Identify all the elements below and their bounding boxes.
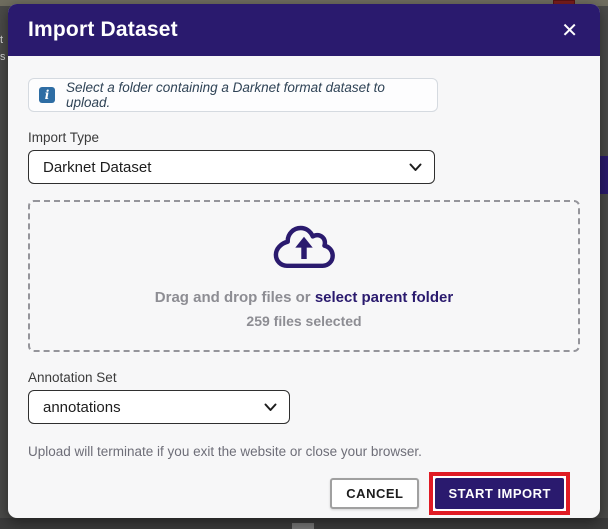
files-selected-status: 259 files selected: [246, 313, 362, 329]
import-dataset-modal: Import Dataset ✕ i Select a folder conta…: [8, 4, 600, 518]
chevron-down-icon: [409, 163, 422, 172]
page-behind-text-fragment: t: [0, 34, 4, 46]
modal-title: Import Dataset: [28, 18, 178, 41]
cancel-button[interactable]: CANCEL: [330, 478, 420, 509]
info-text: Select a folder containing a Darknet for…: [66, 80, 385, 110]
dropzone-instructions: Drag and drop files or select parent fol…: [155, 289, 453, 306]
page-behind-right-element: [600, 156, 608, 194]
modal-header: Import Dataset ✕: [8, 4, 600, 56]
annotation-set-selected-value: annotations: [43, 398, 121, 416]
annotation-set-label: Annotation Set: [28, 370, 117, 385]
select-parent-folder-link[interactable]: select parent folder: [315, 289, 453, 306]
upload-warning-note: Upload will terminate if you exit the we…: [28, 444, 422, 459]
start-import-button[interactable]: START IMPORT: [435, 478, 564, 509]
import-type-label: Import Type: [28, 130, 100, 145]
info-icon: i: [39, 87, 55, 103]
file-dropzone[interactable]: Drag and drop files or select parent fol…: [28, 200, 580, 352]
import-type-select[interactable]: Darknet Dataset: [28, 150, 435, 184]
modal-footer: CANCEL START IMPORT: [28, 472, 580, 515]
modal-body: i Select a folder containing a Darknet f…: [8, 56, 600, 515]
info-banner: i Select a folder containing a Darknet f…: [28, 78, 438, 112]
page-behind-text-fragment: s: [0, 51, 6, 63]
cloud-upload-icon: [273, 222, 335, 277]
annotation-set-select[interactable]: annotations: [28, 390, 290, 424]
close-icon[interactable]: ✕: [561, 20, 578, 40]
drag-drop-text: Drag and drop files or: [154, 289, 315, 306]
action-highlight-box: START IMPORT: [429, 472, 570, 515]
import-type-selected-value: Darknet Dataset: [43, 158, 152, 176]
page-behind-scrollbar-fragment: [292, 523, 314, 529]
chevron-down-icon: [264, 403, 277, 412]
